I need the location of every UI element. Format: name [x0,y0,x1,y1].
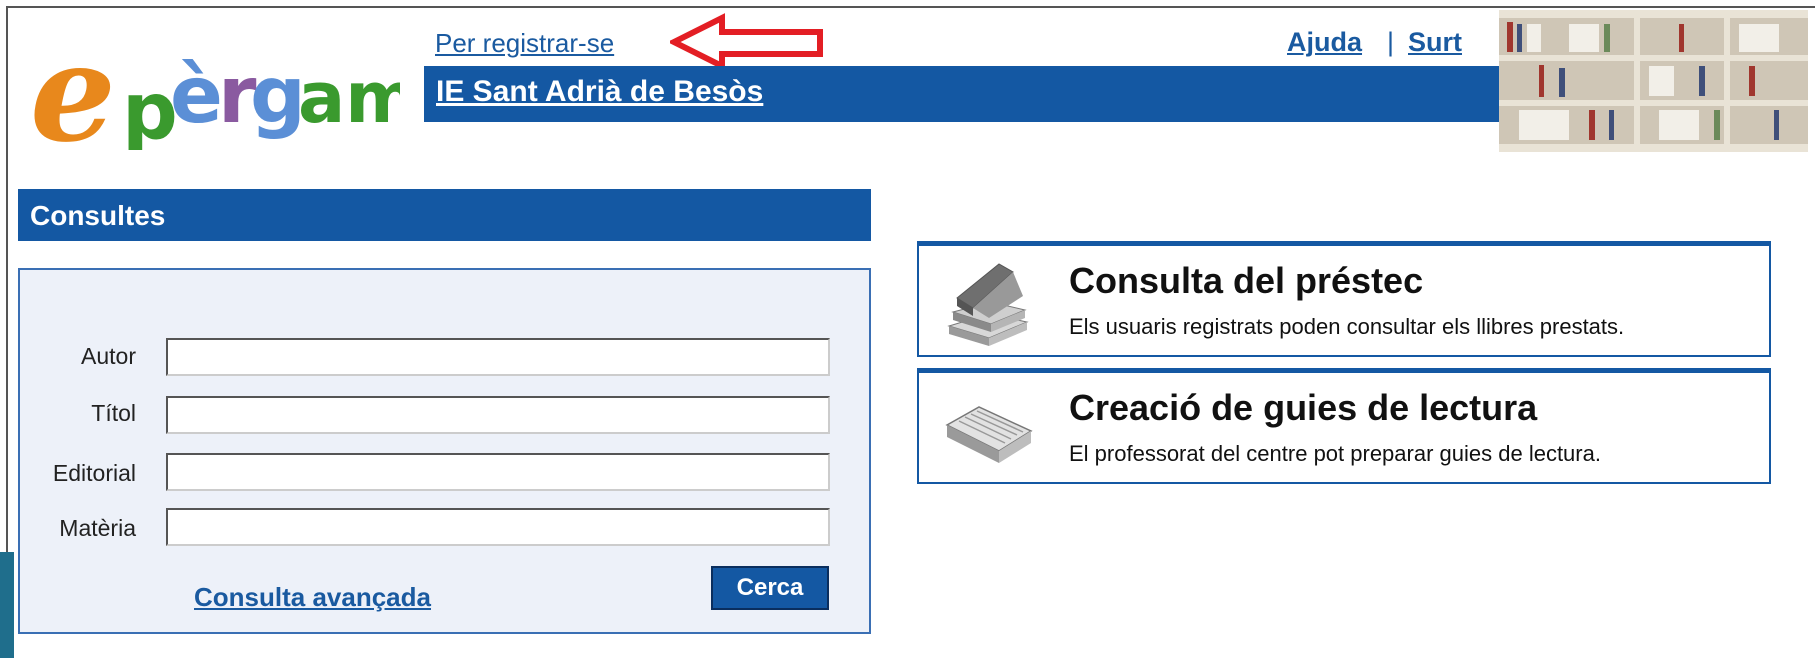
open-book-icon [939,385,1035,480]
corner-decoration [0,552,14,658]
search-panel-header: Consultes [18,189,871,241]
reading-guides-card[interactable]: Creació de guies de lectura El professor… [917,368,1771,484]
loan-query-title: Consulta del préstec [1069,260,1424,301]
header-separator: | [1387,27,1395,57]
reading-guides-title: Creació de guies de lectura [1069,387,1538,428]
svg-text:e: e [30,20,116,150]
help-link[interactable]: Ajuda [1287,27,1362,58]
svg-text:am: am [298,57,400,139]
publisher-input[interactable] [166,453,830,491]
left-arrow-annotation-icon [667,12,830,72]
loan-query-card[interactable]: Consulta del préstec Els usuaris registr… [917,241,1771,357]
loan-query-description: Els usuaris registrats poden consultar e… [1069,314,1625,339]
books-stack-icon [939,256,1035,357]
author-input[interactable] [166,338,830,376]
reading-guides-description: El professorat del centre pot preparar g… [1069,441,1601,466]
advanced-search-link[interactable]: Consulta avançada [194,582,431,613]
epergam-logo[interactable]: e p è r g am [30,13,418,172]
svg-text:è: è [170,51,223,141]
school-bar: IE Sant Adrià de Besòs [424,66,1504,122]
search-panel-title: Consultes [30,200,166,231]
title-label: Títol [91,400,136,426]
subject-label: Matèria [59,515,136,541]
bookshelf-photo [1499,10,1808,152]
subject-input[interactable] [166,508,830,546]
exit-link[interactable]: Surt [1408,27,1462,58]
publisher-label: Editorial [52,460,136,486]
search-button[interactable]: Cerca [711,566,829,610]
register-link[interactable]: Per registrar-se [435,28,614,59]
title-input[interactable] [166,396,830,434]
author-label: Autor [81,343,136,369]
school-name-link[interactable]: IE Sant Adrià de Besòs [436,75,763,109]
